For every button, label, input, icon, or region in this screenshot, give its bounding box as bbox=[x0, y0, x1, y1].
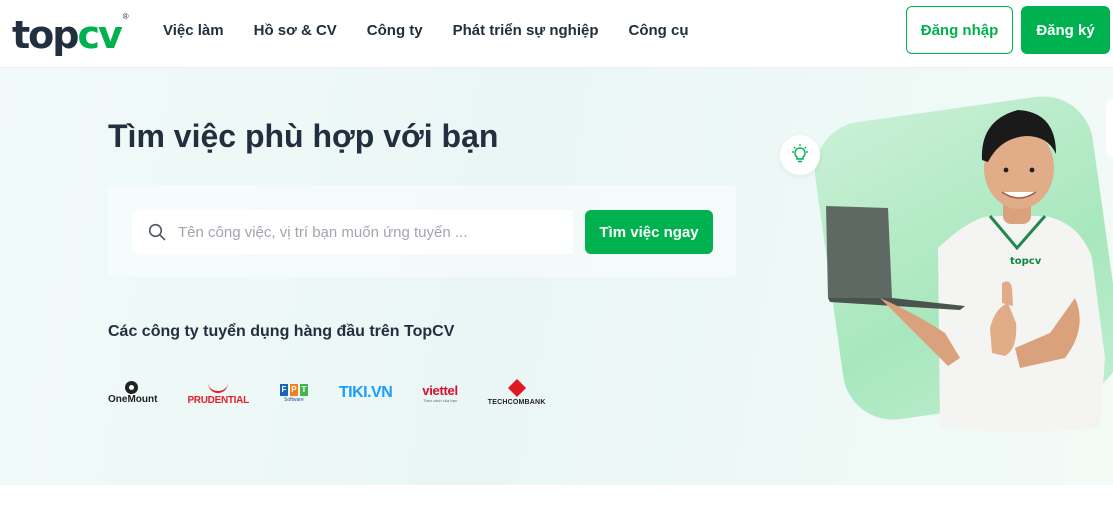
fpt-sub-label: Software bbox=[284, 396, 304, 403]
viettel-slogan: Theo cách của bạn bbox=[423, 398, 458, 403]
fpt-letter-f: F bbox=[279, 383, 288, 396]
search-jobs-button[interactable]: Tìm việc ngay bbox=[585, 210, 713, 254]
company-name-viettel: viettel bbox=[422, 383, 458, 398]
shirt-logo: topcv bbox=[1010, 256, 1042, 267]
company-name-tiki: TIKI.VN bbox=[338, 384, 393, 401]
prudential-mark-icon bbox=[208, 381, 229, 393]
topcv-logo[interactable]: top cv ® bbox=[12, 4, 129, 54]
hero-title: Tìm việc phù hợp với bạn bbox=[108, 118, 499, 154]
login-button[interactable]: Đăng nhập bbox=[906, 6, 1013, 54]
company-name-techcombank: TECHCOMBANK bbox=[487, 399, 546, 406]
logo-text-top: top bbox=[12, 13, 79, 57]
hero-section: Tìm việc phù hợp với bạn Tìm việc ngay C… bbox=[0, 68, 1113, 485]
company-logo-techcombank[interactable]: TECHCOMBANK bbox=[488, 376, 546, 410]
company-logo-tiki[interactable]: TIKI.VN bbox=[338, 376, 393, 410]
site-header: top cv ® Việc làm Hồ sơ & CV Công ty Phát … bbox=[0, 0, 1113, 68]
top-companies-title: Các công ty tuyển dụng hàng đầu trên Top… bbox=[108, 323, 455, 340]
nav-item-profile-cv[interactable]: Hồ sơ & CV bbox=[239, 22, 352, 39]
main-nav: Việc làm Hồ sơ & CV Công ty Phát triển s… bbox=[148, 0, 704, 60]
nav-item-career-development[interactable]: Phát triển sự nghiệp bbox=[438, 22, 614, 39]
company-logos: OneMount PRUDENTIAL F P T Software TIKI.… bbox=[108, 376, 576, 410]
company-logo-viettel[interactable]: viettel Theo cách của bạn bbox=[422, 376, 458, 410]
company-logo-prudential[interactable]: PRUDENTIAL bbox=[187, 376, 249, 410]
company-logo-onemount[interactable]: OneMount bbox=[108, 376, 157, 410]
nav-item-companies[interactable]: Công ty bbox=[352, 22, 438, 39]
fpt-letter-t: T bbox=[299, 383, 308, 396]
logo-text-cv: cv bbox=[77, 13, 122, 57]
company-name-onemount: OneMount bbox=[108, 394, 158, 405]
nav-item-tools[interactable]: Công cụ bbox=[614, 22, 704, 39]
logo-registered-mark: ® bbox=[122, 12, 129, 21]
onemount-mark-icon bbox=[124, 381, 138, 394]
techcombank-mark-icon bbox=[507, 378, 526, 398]
person-with-laptop-illustration: topcv bbox=[826, 110, 1105, 433]
side-decoration bbox=[1106, 98, 1113, 158]
nav-item-jobs[interactable]: Việc làm bbox=[148, 22, 239, 39]
lightbulb-icon bbox=[780, 135, 820, 175]
job-search-input[interactable] bbox=[178, 223, 558, 241]
search-box[interactable] bbox=[132, 210, 573, 254]
register-button[interactable]: Đăng ký bbox=[1021, 6, 1110, 54]
search-icon bbox=[148, 223, 166, 241]
fpt-letter-p: P bbox=[289, 383, 298, 396]
fpt-mark-icon: F P T bbox=[279, 383, 309, 396]
company-logo-fpt[interactable]: F P T Software bbox=[279, 376, 309, 410]
company-name-prudential: PRUDENTIAL bbox=[187, 394, 249, 406]
